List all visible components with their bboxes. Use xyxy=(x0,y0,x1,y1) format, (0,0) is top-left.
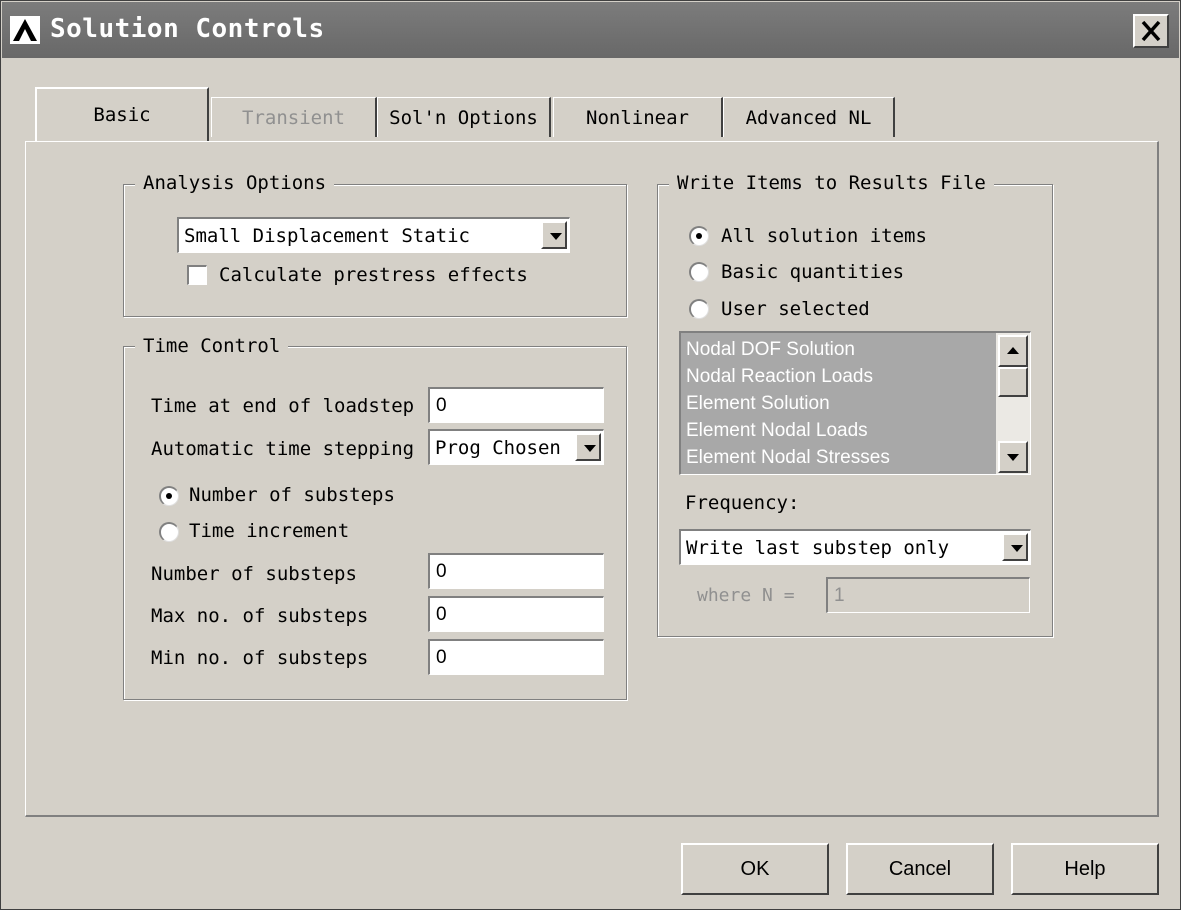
tab-nonlinear-label: Nonlinear xyxy=(586,106,689,129)
list-item[interactable]: Element Solution xyxy=(686,393,830,415)
where-n-input: 1 xyxy=(826,577,1030,613)
tab-advanced-nl-label: Advanced NL xyxy=(745,106,872,129)
analysis-options-legend: Analysis Options xyxy=(135,172,335,194)
auto-step-label: Automatic time stepping xyxy=(151,438,415,460)
radio-basic-quantities[interactable] xyxy=(689,262,709,282)
tab-transient: Transient xyxy=(211,97,377,137)
max-substeps-label: Max no. of substeps xyxy=(151,605,369,627)
num-substeps-label: Number of substeps xyxy=(151,563,357,585)
frequency-label: Frequency: xyxy=(685,492,800,514)
chevron-down-icon[interactable] xyxy=(575,433,601,461)
radio-basic-quantities-label: Basic quantities xyxy=(721,261,905,283)
ok-button[interactable]: OK xyxy=(681,843,829,895)
scroll-up-icon[interactable] xyxy=(998,335,1028,367)
end-time-label: Time at end of loadstep xyxy=(151,395,415,417)
close-icon xyxy=(1141,20,1161,42)
solution-controls-dialog: Solution Controls Basic Transient Sol'n … xyxy=(0,0,1181,910)
radio-user-selected-label: User selected xyxy=(721,298,870,320)
tab-basic[interactable]: Basic xyxy=(35,87,209,141)
max-substeps-input[interactable]: 0 xyxy=(428,596,604,632)
list-item[interactable]: Nodal DOF Solution xyxy=(686,339,855,361)
auto-step-value: Prog Chosen xyxy=(435,437,561,459)
write-items-legend: Write Items to Results File xyxy=(669,172,994,194)
radio-user-selected[interactable] xyxy=(689,299,709,319)
radio-time-increment[interactable] xyxy=(159,522,179,542)
list-scrollbar[interactable] xyxy=(996,333,1030,474)
end-time-input[interactable]: 0 xyxy=(428,387,604,423)
tab-soln-options[interactable]: Sol'n Options xyxy=(377,97,551,137)
list-item[interactable]: Nodal Reaction Loads xyxy=(686,366,873,388)
radio-number-of-substeps[interactable] xyxy=(159,486,179,506)
tab-basic-label: Basic xyxy=(93,104,151,126)
results-items-list[interactable]: Nodal DOF Solution Nodal Reaction Loads … xyxy=(679,331,1031,475)
chevron-down-icon[interactable] xyxy=(1002,533,1028,561)
scroll-down-icon[interactable] xyxy=(998,441,1028,473)
list-item[interactable]: Element Nodal Stresses xyxy=(686,447,890,469)
tab-advanced-nl[interactable]: Advanced NL xyxy=(723,97,895,137)
where-n-label: where N = xyxy=(697,585,795,606)
min-substeps-input[interactable]: 0 xyxy=(428,639,604,675)
radio-all-solution-items[interactable] xyxy=(689,226,709,246)
list-item[interactable]: Element Nodal Loads xyxy=(686,420,868,442)
min-substeps-label: Min no. of substeps xyxy=(151,647,369,669)
auto-step-select[interactable]: Prog Chosen xyxy=(428,429,604,465)
analysis-type-select[interactable]: Small Displacement Static xyxy=(177,217,570,253)
radio-all-solution-items-label: All solution items xyxy=(721,225,927,247)
ansys-logo-icon xyxy=(10,16,40,44)
num-substeps-input[interactable]: 0 xyxy=(428,553,604,589)
tab-soln-options-label: Sol'n Options xyxy=(389,106,538,129)
cancel-button[interactable]: Cancel xyxy=(846,843,994,895)
frequency-value: Write last substep only xyxy=(686,537,950,559)
window-title: Solution Controls xyxy=(50,14,325,44)
help-button[interactable]: Help xyxy=(1011,843,1159,895)
radio-time-increment-label: Time increment xyxy=(189,520,350,542)
scroll-thumb[interactable] xyxy=(998,367,1028,397)
time-control-legend: Time Control xyxy=(135,335,289,357)
analysis-type-value: Small Displacement Static xyxy=(184,225,470,247)
radio-number-of-substeps-label: Number of substeps xyxy=(189,484,395,506)
title-bar[interactable]: Solution Controls xyxy=(2,2,1179,58)
prestress-checkbox[interactable] xyxy=(187,265,207,285)
frequency-select[interactable]: Write last substep only xyxy=(679,529,1031,565)
prestress-label: Calculate prestress effects xyxy=(219,264,528,286)
close-button[interactable] xyxy=(1133,14,1169,48)
chevron-down-icon[interactable] xyxy=(541,221,567,249)
tab-nonlinear[interactable]: Nonlinear xyxy=(553,97,723,137)
tab-transient-label: Transient xyxy=(242,106,345,129)
